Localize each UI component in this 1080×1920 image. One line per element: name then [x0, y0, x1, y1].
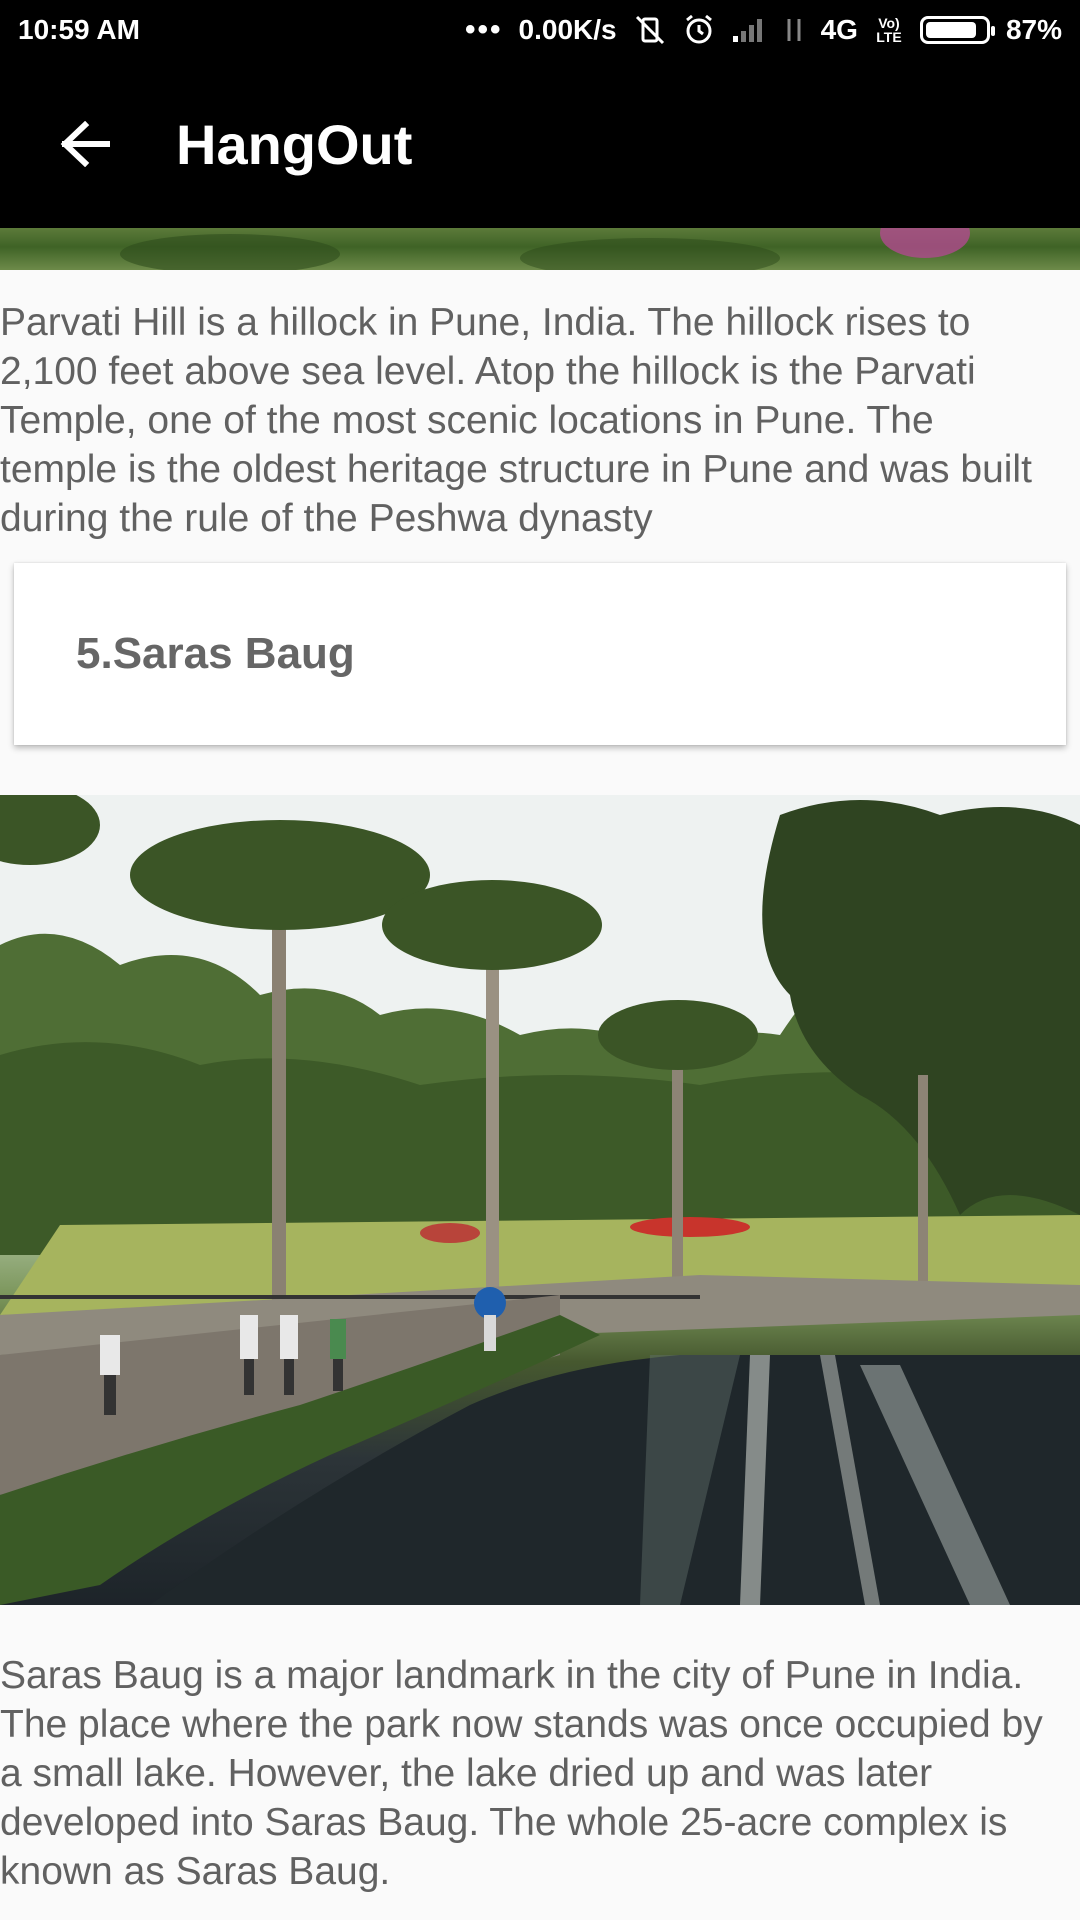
parvati-hill-image — [0, 228, 1080, 270]
battery-percent: 87% — [1005, 14, 1062, 45]
app-bar: HangOut — [0, 60, 1080, 228]
alarm-icon — [685, 14, 712, 44]
saras-baug-illustration — [0, 795, 1080, 1605]
battery-fill — [925, 22, 977, 38]
network-type: 4G — [820, 14, 858, 45]
back-arrow-icon — [60, 121, 110, 167]
saras-baug-title: 5.Saras Baug — [76, 629, 355, 678]
battery-icon — [919, 16, 995, 44]
network-speed: 0.00K/s — [518, 14, 617, 45]
saras-baug-description: Saras Baug is a major landmark in the ci… — [0, 1654, 1043, 1893]
content-scroll[interactable]: Parvati Hill is a hillock in Pune, India… — [0, 228, 1080, 1896]
app-title: HangOut — [176, 112, 413, 176]
status-time: 10:59 AM — [18, 14, 140, 45]
saras-baug-photo — [0, 795, 1080, 1605]
signal-icon — [732, 19, 762, 42]
saras-baug-card[interactable]: 5.Saras Baug — [14, 563, 1066, 745]
data-arrows-icon — [787, 19, 801, 41]
more-notifications-icon: ••• — [465, 13, 503, 46]
status-bar: 10:59 AM ••• 0.00K/s 4G Vo) LTE 87% — [0, 0, 1080, 60]
parvati-description: Parvati Hill is a hillock in Pune, India… — [0, 301, 1032, 540]
volte-icon: Vo) LTE — [876, 15, 902, 45]
status-icons: ••• 0.00K/s 4G Vo) LTE 87% — [465, 13, 1062, 47]
vibrate-off-icon — [635, 15, 664, 45]
back-button[interactable] — [40, 99, 130, 189]
